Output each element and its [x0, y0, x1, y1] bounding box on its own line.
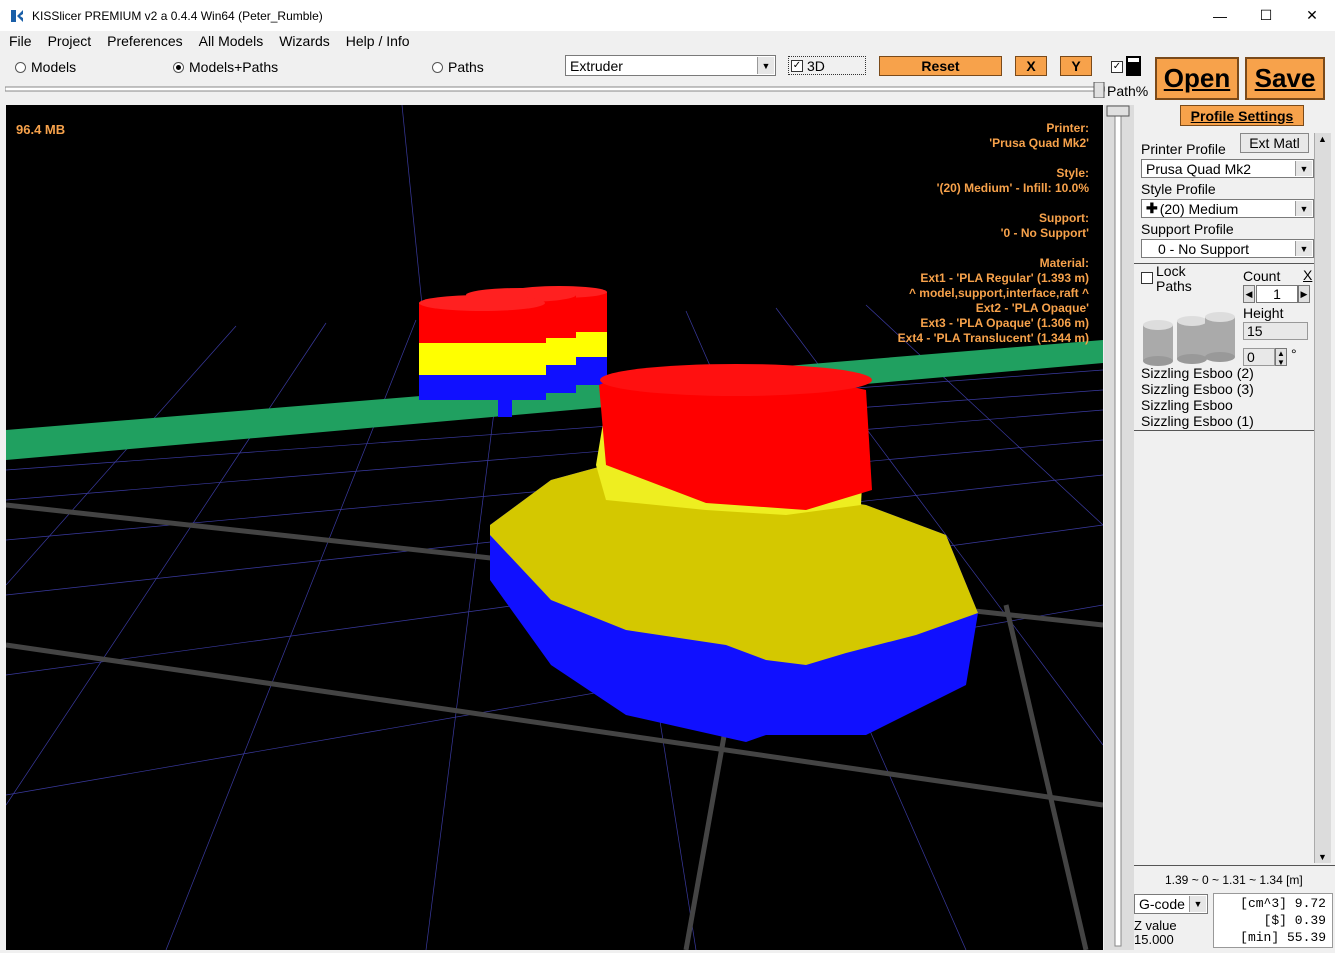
model-list-item[interactable]: Sizzling Esboo (2)	[1141, 365, 1254, 381]
radio-indicator	[173, 61, 184, 73]
checkbox-checked-icon: ✓	[791, 59, 803, 72]
degree-symbol: °	[1291, 346, 1297, 362]
chevron-down-icon: ▼	[1295, 201, 1312, 216]
printer-profile-label: Printer Profile	[1141, 141, 1226, 157]
count-decrement-button[interactable]: ◀	[1243, 285, 1255, 303]
profile-settings-button[interactable]: Profile Settings	[1180, 105, 1304, 126]
front-model	[490, 364, 978, 742]
y-button[interactable]: Y	[1060, 56, 1092, 76]
radio-indicator	[15, 61, 26, 73]
path-percent-slider[interactable]	[4, 81, 1106, 99]
title-bar: KISSlicer PREMIUM v2 a 0.4.4 Win64 (Pete…	[0, 0, 1335, 31]
rotation-input[interactable]: 0	[1243, 348, 1275, 366]
menu-help-info[interactable]: Help / Info	[346, 33, 410, 49]
ext-matl-button[interactable]: Ext Matl	[1240, 133, 1309, 153]
path-percent-label: Path%	[1107, 83, 1149, 99]
output-format-select[interactable]: G-code ▼	[1134, 894, 1208, 914]
model-list-item[interactable]: Sizzling Esboo	[1141, 397, 1233, 413]
memory-usage: 96.4 MB	[16, 122, 66, 137]
toolbar: Models Models+Paths Paths Extruder ▼ ✓ 3D …	[0, 51, 1150, 81]
app-icon	[11, 9, 23, 22]
paths-label: Paths	[1156, 278, 1192, 294]
model-list-item[interactable]: Sizzling Esboo (3)	[1141, 381, 1254, 397]
radio-indicator	[432, 61, 443, 73]
print-info-overlay: Printer: 'Prusa Quad Mk2' Style: '(20) M…	[897, 121, 1089, 345]
print-stats: [cm^3] 9.72 [$] 0.39 [min] 55.39	[1213, 893, 1333, 948]
divider	[1134, 430, 1314, 431]
z-value-label: Z value	[1134, 918, 1177, 933]
menu-all-models[interactable]: All Models	[199, 33, 264, 49]
reset-button[interactable]: Reset	[879, 56, 1002, 76]
divider	[1134, 865, 1335, 866]
count-increment-button[interactable]: ▶	[1298, 285, 1310, 303]
profile-panel: Profile Settings Ext Matl ▲ ▼ Printer Pr…	[1134, 105, 1335, 950]
chevron-down-icon: ▼	[1189, 896, 1206, 912]
back-models	[419, 286, 607, 400]
support-profile-label: Support Profile	[1141, 221, 1234, 237]
view-mode-models-paths-radio[interactable]: Models+Paths	[173, 59, 278, 75]
color-swatch-icon	[1126, 56, 1141, 76]
support-profile-select[interactable]: 0 - No Support ▼	[1141, 239, 1314, 258]
printer-profile-select[interactable]: Prusa Quad Mk2 ▼	[1141, 159, 1314, 178]
lock-label: Lock	[1156, 263, 1186, 279]
save-button[interactable]: Save	[1245, 57, 1325, 100]
close-model-button[interactable]: X	[1303, 267, 1312, 283]
count-input[interactable]: 1	[1256, 285, 1298, 303]
chevron-down-icon: ▼	[1295, 161, 1312, 176]
count-label: Count	[1243, 268, 1281, 284]
x-button[interactable]: X	[1015, 56, 1047, 76]
extruder-select[interactable]: Extruder ▼	[565, 55, 776, 76]
extrusion-summary: 1.39 ~ 0 ~ 1.31 ~ 1.34 [m]	[1165, 873, 1303, 887]
style-profile-label: Style Profile	[1141, 181, 1216, 197]
menu-preferences[interactable]: Preferences	[107, 33, 182, 49]
chevron-down-icon: ▼	[1295, 241, 1312, 256]
maximize-button[interactable]: ☐	[1243, 0, 1289, 31]
scroll-down-icon: ▼	[1318, 852, 1327, 862]
view-mode-paths-radio[interactable]: Paths	[432, 59, 484, 75]
path-percent-checkbox[interactable]: ✓	[1111, 61, 1123, 73]
menu-file[interactable]: File	[9, 33, 32, 49]
window-title: KISSlicer PREMIUM v2 a 0.4.4 Win64 (Pete…	[32, 8, 323, 23]
menu-bar: File Project Preferences All Models Wiza…	[0, 31, 1335, 51]
model-thumbnail-icon	[1143, 312, 1235, 366]
panel-scrollbar[interactable]: ▲ ▼	[1314, 133, 1331, 863]
scroll-up-icon: ▲	[1318, 134, 1327, 144]
model-list-item[interactable]: Sizzling Esboo (1)	[1141, 413, 1254, 429]
style-profile-select[interactable]: ✚ (20) Medium ▼	[1141, 199, 1314, 218]
height-input[interactable]: 15	[1243, 322, 1308, 340]
menu-wizards[interactable]: Wizards	[279, 33, 330, 49]
plus-icon: ✚	[1146, 200, 1158, 216]
three-d-toggle[interactable]: ✓ 3D	[788, 56, 866, 75]
close-button[interactable]: ✕	[1289, 0, 1335, 31]
3d-viewport[interactable]: 96.4 MB Printer: 'Prusa Quad Mk2' Style:…	[6, 105, 1103, 950]
lock-paths-checkbox[interactable]	[1141, 272, 1153, 284]
chevron-down-icon: ▼	[757, 57, 774, 74]
view-mode-models-radio[interactable]: Models	[15, 59, 76, 75]
rotation-spinner[interactable]: ▲ ▼	[1275, 348, 1287, 367]
open-button[interactable]: Open	[1155, 57, 1239, 100]
menu-project[interactable]: Project	[48, 33, 92, 49]
minimize-button[interactable]: —	[1197, 0, 1243, 31]
z-height-slider[interactable]	[1104, 105, 1134, 950]
z-value: 15.000	[1134, 932, 1174, 947]
height-label: Height	[1243, 305, 1284, 321]
